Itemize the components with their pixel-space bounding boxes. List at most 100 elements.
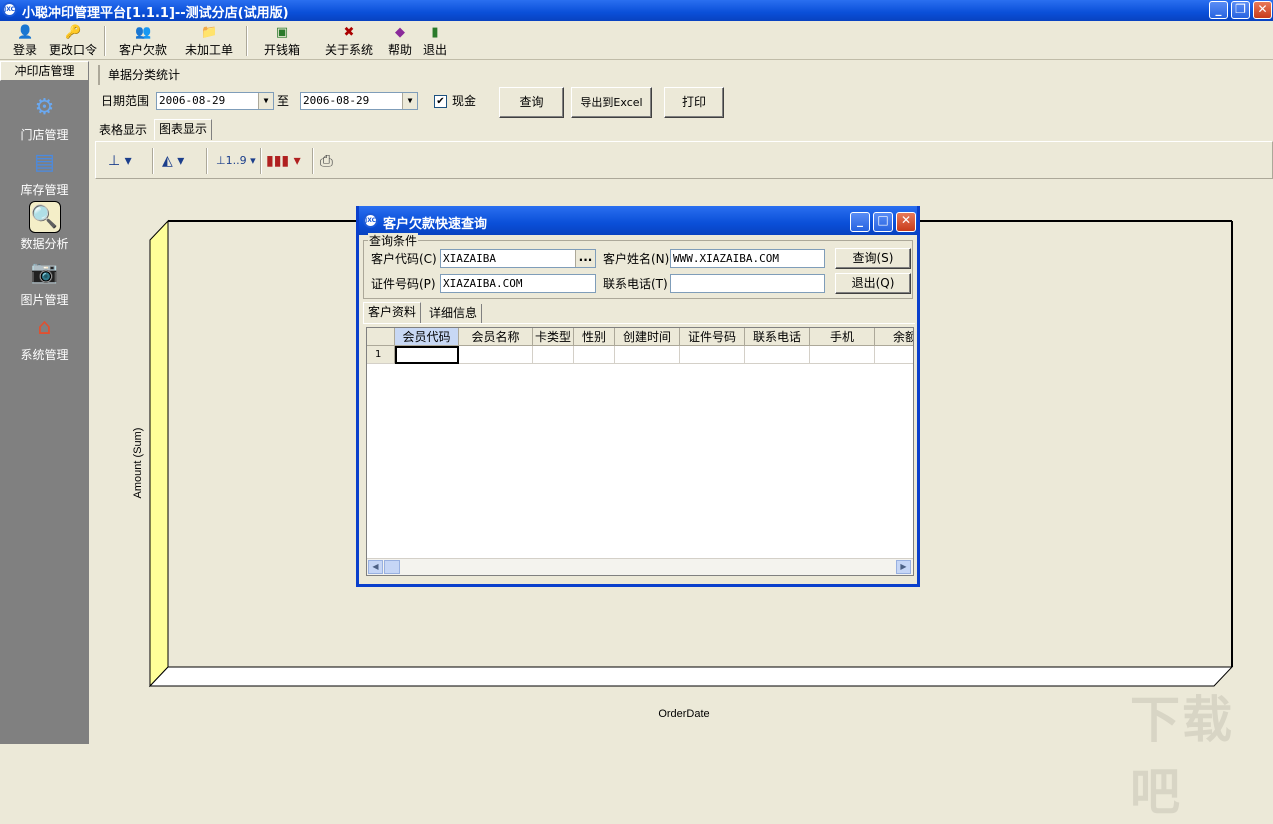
column-header[interactable]: 联系电话: [745, 328, 810, 346]
axis-scale-button[interactable]: ⊥1..9 ▾: [216, 150, 256, 172]
cash-box-button[interactable]: ▣ 开钱箱: [262, 24, 302, 58]
grid-cell[interactable]: [615, 346, 680, 364]
folder-icon: 📁: [201, 25, 218, 40]
x-axis-label: OrderDate: [658, 708, 709, 720]
column-header[interactable]: 余额: [875, 328, 913, 346]
customer-code-value: XIAZAIBA: [443, 252, 496, 265]
axis-settings-button[interactable]: ⊥ ▾: [108, 150, 148, 172]
grid-cell[interactable]: [680, 346, 745, 364]
nav-item-label: 图片管理: [20, 293, 69, 307]
tab-chart-view[interactable]: 图表显示: [154, 119, 213, 140]
grid-cell[interactable]: [810, 346, 875, 364]
grid-cell-selected[interactable]: [395, 346, 459, 364]
nav-item-label: 库存管理: [20, 183, 69, 197]
nav-item-system[interactable]: ⌂ 系统管理: [0, 312, 89, 367]
column-header[interactable]: 证件号码: [680, 328, 745, 346]
column-header[interactable]: 手机: [810, 328, 875, 346]
chart-left-wall: [149, 219, 169, 688]
chevron-down-icon[interactable]: ▼: [258, 93, 273, 109]
nav-item-store[interactable]: ⚙ 门店管理: [0, 92, 89, 147]
column-header[interactable]: 性别: [574, 328, 615, 346]
date-to-picker[interactable]: 2006-08-29 ▼: [300, 92, 418, 110]
customer-code-lookup-button[interactable]: ...: [575, 250, 595, 267]
grid-cell[interactable]: [745, 346, 810, 364]
chevron-down-icon[interactable]: ▼: [402, 93, 417, 109]
column-header[interactable]: 会员名称: [459, 328, 533, 346]
customer-grid[interactable]: 会员代码 会员名称 卡类型 性别 创建时间 证件号码 联系电话 手机 余额 1 …: [366, 327, 914, 576]
dialog-close-button[interactable]: ✕: [896, 212, 916, 232]
window-title-bar[interactable]: JXC 小聪冲印管理平台[1.1.1]--测试分店(试用版) _ ❐ ✕: [0, 0, 1273, 21]
close-button[interactable]: ✕: [1253, 1, 1272, 19]
column-header[interactable]: 创建时间: [615, 328, 680, 346]
help-label: 帮助: [387, 43, 412, 57]
date-range-label: 日期范围: [101, 94, 150, 108]
app-icon: JXC: [2, 2, 17, 17]
dialog-title-bar[interactable]: JXC 客户欠款快速查询 _ □ ✕: [359, 206, 917, 235]
y-axis-label: Amount (Sum): [132, 428, 144, 499]
customer-name-input[interactable]: WWW.XIAZAIBA.COM: [670, 249, 825, 268]
nav-header[interactable]: 冲印店管理: [0, 61, 89, 81]
nav-item-label: 系统管理: [20, 348, 69, 362]
about-label: 关于系统: [324, 43, 373, 57]
watermark-logo: 下载吧: [1130, 691, 1234, 821]
dialog-exit-button[interactable]: 退出(Q): [835, 273, 911, 294]
scroll-left-arrow-icon[interactable]: ◀: [368, 560, 383, 574]
toolbar-separator: [260, 148, 262, 174]
scroll-right-arrow-icon[interactable]: ▶: [896, 560, 911, 574]
date-from-value: 2006-08-29: [159, 94, 226, 107]
nav-item-label: 数据分析: [20, 237, 69, 251]
customer-name-label: 客户姓名(N): [603, 252, 670, 266]
unfinished-orders-button[interactable]: 📁 未加工单: [182, 24, 236, 58]
dialog-minimize-button[interactable]: _: [850, 212, 870, 232]
column-header[interactable]: 卡类型: [533, 328, 574, 346]
customer-debt-button[interactable]: 👥 客户欠款: [116, 24, 170, 58]
grid-cell[interactable]: [574, 346, 615, 364]
tab-detail-info[interactable]: 详细信息: [425, 304, 483, 323]
axis-scale-icon: ⊥1..9 ▾: [216, 154, 256, 167]
restore-button[interactable]: ❐: [1231, 1, 1250, 19]
about-icon: ✖: [343, 25, 355, 40]
scroll-thumb[interactable]: [384, 560, 400, 574]
grid-cell[interactable]: [459, 346, 533, 364]
about-button[interactable]: ✖ 关于系统: [322, 24, 376, 58]
nav-item-data-analysis[interactable]: 🔍 数据分析: [0, 201, 89, 256]
column-header[interactable]: 会员代码: [395, 328, 459, 346]
printer-icon: ⎙: [320, 151, 333, 170]
palette-button[interactable]: ▮▮▮ ▾: [266, 150, 306, 172]
customer-debt-label: 客户欠款: [118, 43, 167, 57]
export-excel-button[interactable]: 导出到Excel: [571, 87, 652, 118]
users-icon: 👥: [135, 25, 152, 40]
login-label: 登录: [12, 43, 37, 57]
tab-table-view[interactable]: 表格显示: [95, 121, 151, 140]
axis-icon: ⊥ ▾: [108, 153, 132, 169]
query-button[interactable]: 查询: [499, 87, 564, 118]
exit-button[interactable]: ▮ 退出: [421, 24, 449, 58]
horizontal-scrollbar[interactable]: ◀ ▶: [367, 558, 913, 575]
toolbar-separator: [152, 148, 154, 174]
id-number-value: XIAZAIBA.COM: [443, 277, 523, 290]
customer-name-value: WWW.XIAZAIBA.COM: [673, 252, 779, 265]
print-chart-button[interactable]: ⎙: [320, 150, 344, 172]
help-button[interactable]: ◆ 帮助: [386, 24, 414, 58]
login-button[interactable]: 👤 登录: [10, 24, 40, 58]
tab-customer-info[interactable]: 客户资料: [363, 302, 422, 323]
bar-colors-icon: ▮▮▮ ▾: [266, 153, 301, 169]
cash-checkbox[interactable]: ✔: [434, 95, 447, 108]
main-toolbar: 👤 登录 🔑 更改口令 👥 客户欠款 📁 未加工单 ▣ 开钱箱 ✖ 关于系统 ◆…: [0, 22, 1273, 60]
print-button[interactable]: 打印: [664, 87, 724, 118]
change-password-button[interactable]: 🔑 更改口令: [46, 24, 100, 58]
minimize-button[interactable]: _: [1209, 1, 1228, 19]
grid-cell[interactable]: [533, 346, 574, 364]
chart-type-button[interactable]: ◭ ▾: [162, 150, 202, 172]
grid-cell[interactable]: [875, 346, 913, 364]
dialog-maximize-button[interactable]: □: [873, 212, 893, 232]
nav-item-photos[interactable]: 📷 图片管理: [0, 257, 89, 312]
date-from-picker[interactable]: 2006-08-29 ▼: [156, 92, 274, 110]
customer-code-input[interactable]: XIAZAIBA: [440, 249, 596, 268]
exit-label: 退出: [422, 43, 447, 57]
phone-input[interactable]: [670, 274, 825, 293]
id-number-input[interactable]: XIAZAIBA.COM: [440, 274, 596, 293]
nav-item-inventory[interactable]: ▤ 库存管理: [0, 147, 89, 202]
dialog-query-button[interactable]: 查询(S): [835, 248, 911, 269]
customer-debt-dialog: JXC 客户欠款快速查询 _ □ ✕ 查询条件 客户代码(C) XIAZAIBA…: [356, 206, 920, 587]
